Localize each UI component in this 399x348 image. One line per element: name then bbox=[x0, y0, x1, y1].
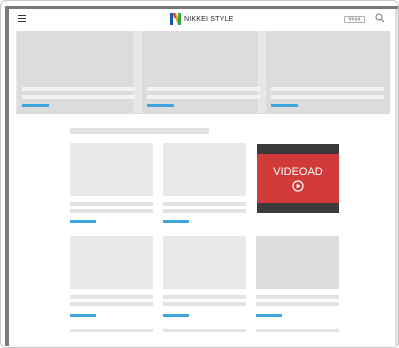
hero-card-text-placeholder bbox=[147, 95, 260, 99]
hero-card[interactable] bbox=[142, 31, 260, 113]
article-accent bbox=[70, 314, 96, 317]
article-title-placeholder bbox=[70, 329, 153, 332]
video-ad-label: VIDEOAD bbox=[273, 166, 323, 178]
section-title-placeholder bbox=[70, 128, 209, 134]
article-text-placeholder bbox=[163, 302, 246, 306]
article-title-placeholder bbox=[256, 329, 339, 332]
hero-card-accent bbox=[147, 104, 174, 107]
article-accent bbox=[70, 220, 96, 223]
article-thumbnail[interactable] bbox=[256, 236, 339, 289]
article-thumbnail[interactable] bbox=[163, 143, 246, 196]
hamburger-menu-icon[interactable] bbox=[18, 15, 26, 23]
hero-card-title-placeholder bbox=[147, 87, 260, 91]
play-circle-icon[interactable] bbox=[292, 180, 304, 192]
article-accent bbox=[256, 314, 282, 317]
article-accent bbox=[163, 314, 189, 317]
member-button[interactable]: 有料会員 bbox=[344, 16, 365, 23]
article-thumbnail[interactable] bbox=[70, 236, 153, 289]
search-icon[interactable] bbox=[375, 13, 385, 23]
browser-frame: NIKKEI STYLE 有料会員 VIDEOAD bbox=[0, 0, 399, 348]
hero-card-text-placeholder bbox=[22, 95, 135, 99]
window-left-edge bbox=[5, 6, 9, 346]
video-ad-panel: VIDEOAD bbox=[257, 154, 339, 203]
video-ad[interactable]: VIDEOAD bbox=[257, 144, 339, 213]
hero-card[interactable] bbox=[266, 31, 390, 113]
hero-card-accent bbox=[271, 104, 298, 107]
hero-card-text-placeholder bbox=[271, 95, 384, 99]
article-thumbnail[interactable] bbox=[70, 143, 153, 196]
window-right-shadow bbox=[395, 9, 398, 345]
article-text-placeholder bbox=[70, 302, 153, 306]
article-title-placeholder bbox=[256, 295, 339, 299]
article-text-placeholder bbox=[70, 209, 153, 213]
logo-text: NIKKEI STYLE bbox=[184, 15, 234, 23]
article-text-placeholder bbox=[256, 302, 339, 306]
hero-card-title-placeholder bbox=[271, 87, 384, 91]
hero-card-accent bbox=[22, 104, 49, 107]
site-logo[interactable]: NIKKEI STYLE bbox=[170, 12, 233, 26]
article-title-placeholder bbox=[163, 329, 246, 332]
article-thumbnail[interactable] bbox=[163, 236, 246, 289]
article-title-placeholder bbox=[163, 202, 246, 206]
hero-card-title-placeholder bbox=[22, 87, 135, 91]
hero-card[interactable] bbox=[17, 31, 135, 113]
article-text-placeholder bbox=[163, 209, 246, 213]
nikkei-n-logo-icon bbox=[170, 13, 181, 25]
article-title-placeholder bbox=[70, 295, 153, 299]
article-title-placeholder bbox=[163, 295, 246, 299]
article-title-placeholder bbox=[70, 202, 153, 206]
article-accent bbox=[163, 220, 189, 223]
